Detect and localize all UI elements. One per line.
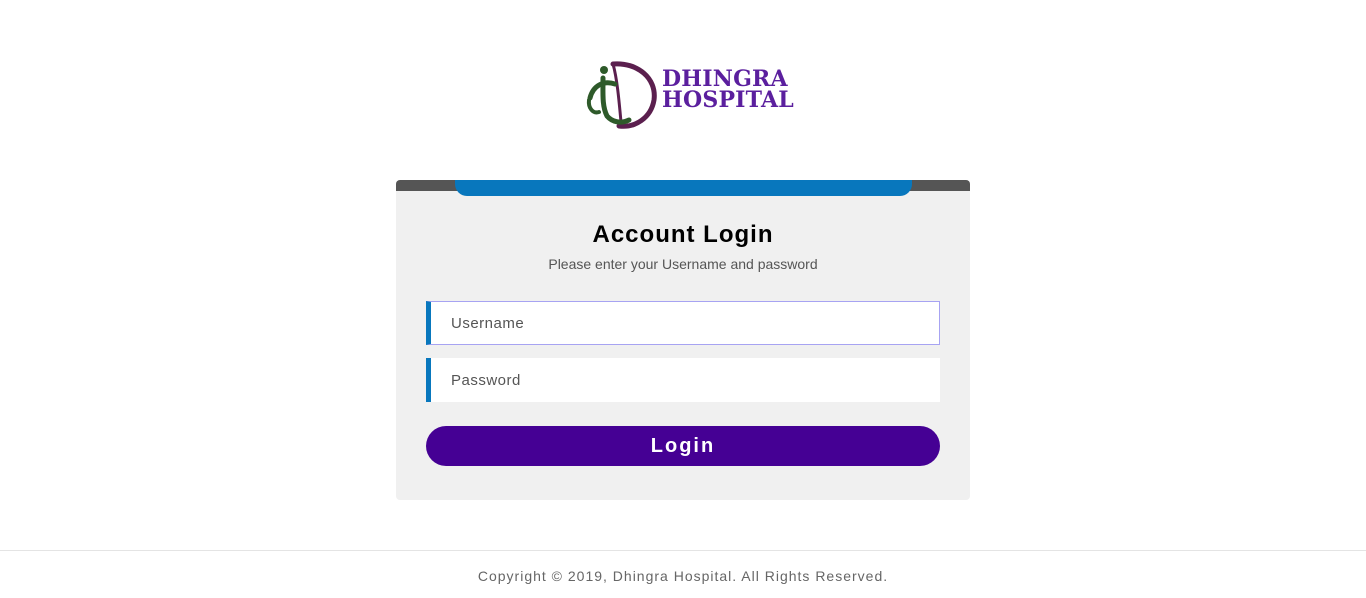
password-input[interactable] bbox=[431, 358, 940, 402]
hospital-emblem-icon bbox=[586, 61, 657, 129]
footer-copyright: Copyright © 2019, Dhingra Hospital. All … bbox=[477, 568, 889, 584]
username-input[interactable] bbox=[431, 302, 939, 344]
footer-divider bbox=[0, 550, 1366, 551]
hospital-logo: DHINGRA HOSPITAL bbox=[585, 60, 794, 130]
password-field-wrapper bbox=[426, 358, 940, 402]
card-accent-tab bbox=[455, 180, 912, 196]
login-button[interactable]: Login bbox=[426, 426, 940, 466]
hospital-name-line2: HOSPITAL bbox=[662, 87, 794, 113]
login-subtitle: Please enter your Username and password bbox=[548, 256, 818, 272]
hospital-name: DHINGRA HOSPITAL bbox=[662, 68, 794, 113]
login-title: Account Login bbox=[592, 221, 774, 248]
username-field-wrapper bbox=[426, 301, 940, 345]
login-card: Account Login Please enter your Username… bbox=[396, 180, 970, 500]
